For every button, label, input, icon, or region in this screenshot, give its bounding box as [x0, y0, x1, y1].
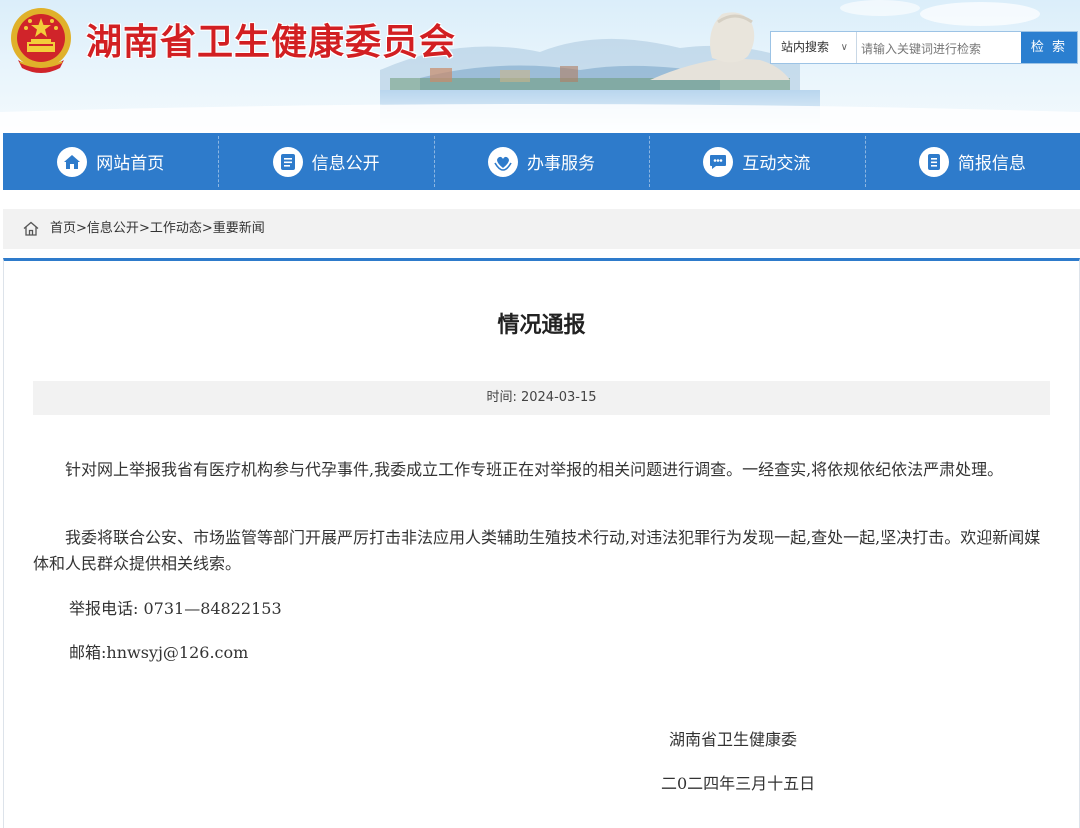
- time-label: 时间:: [486, 390, 517, 405]
- article-paragraph: 我委将联合公安、市场监管等部门开展严厉打击非法应用人类辅助生殖技术行动,对违法犯…: [33, 528, 1041, 573]
- home-icon: [23, 221, 39, 236]
- nav-item-interaction[interactable]: 互动交流: [649, 133, 864, 190]
- nav-item-label: 办事服务: [527, 154, 596, 174]
- breadcrumb-separator: >: [76, 221, 87, 236]
- nav-item-label: 简报信息: [957, 154, 1026, 174]
- chat-bubble-icon: [703, 146, 734, 177]
- home-icon: [57, 146, 88, 177]
- search-input[interactable]: [859, 33, 1023, 64]
- nav-item-label: 互动交流: [742, 154, 811, 174]
- article-date: 2024-03-15: [520, 390, 597, 405]
- nav-item-info-disclosure[interactable]: 信息公开: [218, 133, 433, 190]
- article-container: 情况通报 时间: 2024-03-15 针对网上举报我省有医疗机构参与代孕事件,…: [3, 258, 1080, 828]
- signature-organization: 湖南省卫生健康委: [669, 730, 798, 749]
- document-list-icon: [272, 146, 303, 177]
- breadcrumb-separator: >: [201, 221, 213, 236]
- breadcrumb: 首页>信息公开>工作动态>重要新闻: [3, 209, 1080, 249]
- notepad-icon: [918, 146, 949, 177]
- breadcrumb-link-info-disclosure[interactable]: 信息公开: [87, 221, 139, 236]
- article-title: 情况通报: [497, 313, 586, 338]
- report-hotline: 举报电话: 0731—84822153: [69, 599, 282, 618]
- signature-date: 二0二四年三月十五日: [661, 774, 816, 793]
- breadcrumb-link-work-news[interactable]: 工作动态: [150, 221, 202, 236]
- site-header: 湖南省卫生健康委员会 站内搜索 ∨ 检 索: [0, 0, 1080, 130]
- national-emblem-icon: [11, 8, 71, 73]
- breadcrumb-link-home[interactable]: 首页: [50, 221, 76, 236]
- nav-item-label: 信息公开: [311, 154, 380, 174]
- chevron-down-icon: ∨: [840, 42, 848, 53]
- article-paragraph: 针对网上举报我省有医疗机构参与代孕事件,我委成立工作专班正在对举报的相关问题进行…: [65, 460, 1004, 479]
- breadcrumb-separator: >: [138, 221, 150, 236]
- site-title: 湖南省卫生健康委员会: [86, 22, 457, 63]
- breadcrumb-link-important-news[interactable]: 重要新闻: [213, 221, 265, 236]
- article-meta: 时间: 2024-03-15: [33, 381, 1050, 415]
- search-scope-select[interactable]: 站内搜索 ∨: [771, 32, 857, 63]
- report-email: 邮箱:hnwsyj@126.com: [69, 643, 249, 662]
- heart-hands-icon: [488, 146, 519, 177]
- search-button[interactable]: 检 索: [1021, 32, 1077, 63]
- nav-item-services[interactable]: 办事服务: [433, 133, 649, 190]
- nav-item-label: 网站首页: [96, 154, 165, 174]
- nav-item-briefings[interactable]: 简报信息: [864, 133, 1080, 190]
- main-nav: 网站首页 信息公开 办事服务 互动交流 简报信息: [3, 133, 1080, 190]
- search-bar: 站内搜索 ∨ 检 索: [770, 31, 1078, 64]
- nav-item-home[interactable]: 网站首页: [3, 133, 218, 190]
- search-scope-label: 站内搜索: [781, 40, 830, 54]
